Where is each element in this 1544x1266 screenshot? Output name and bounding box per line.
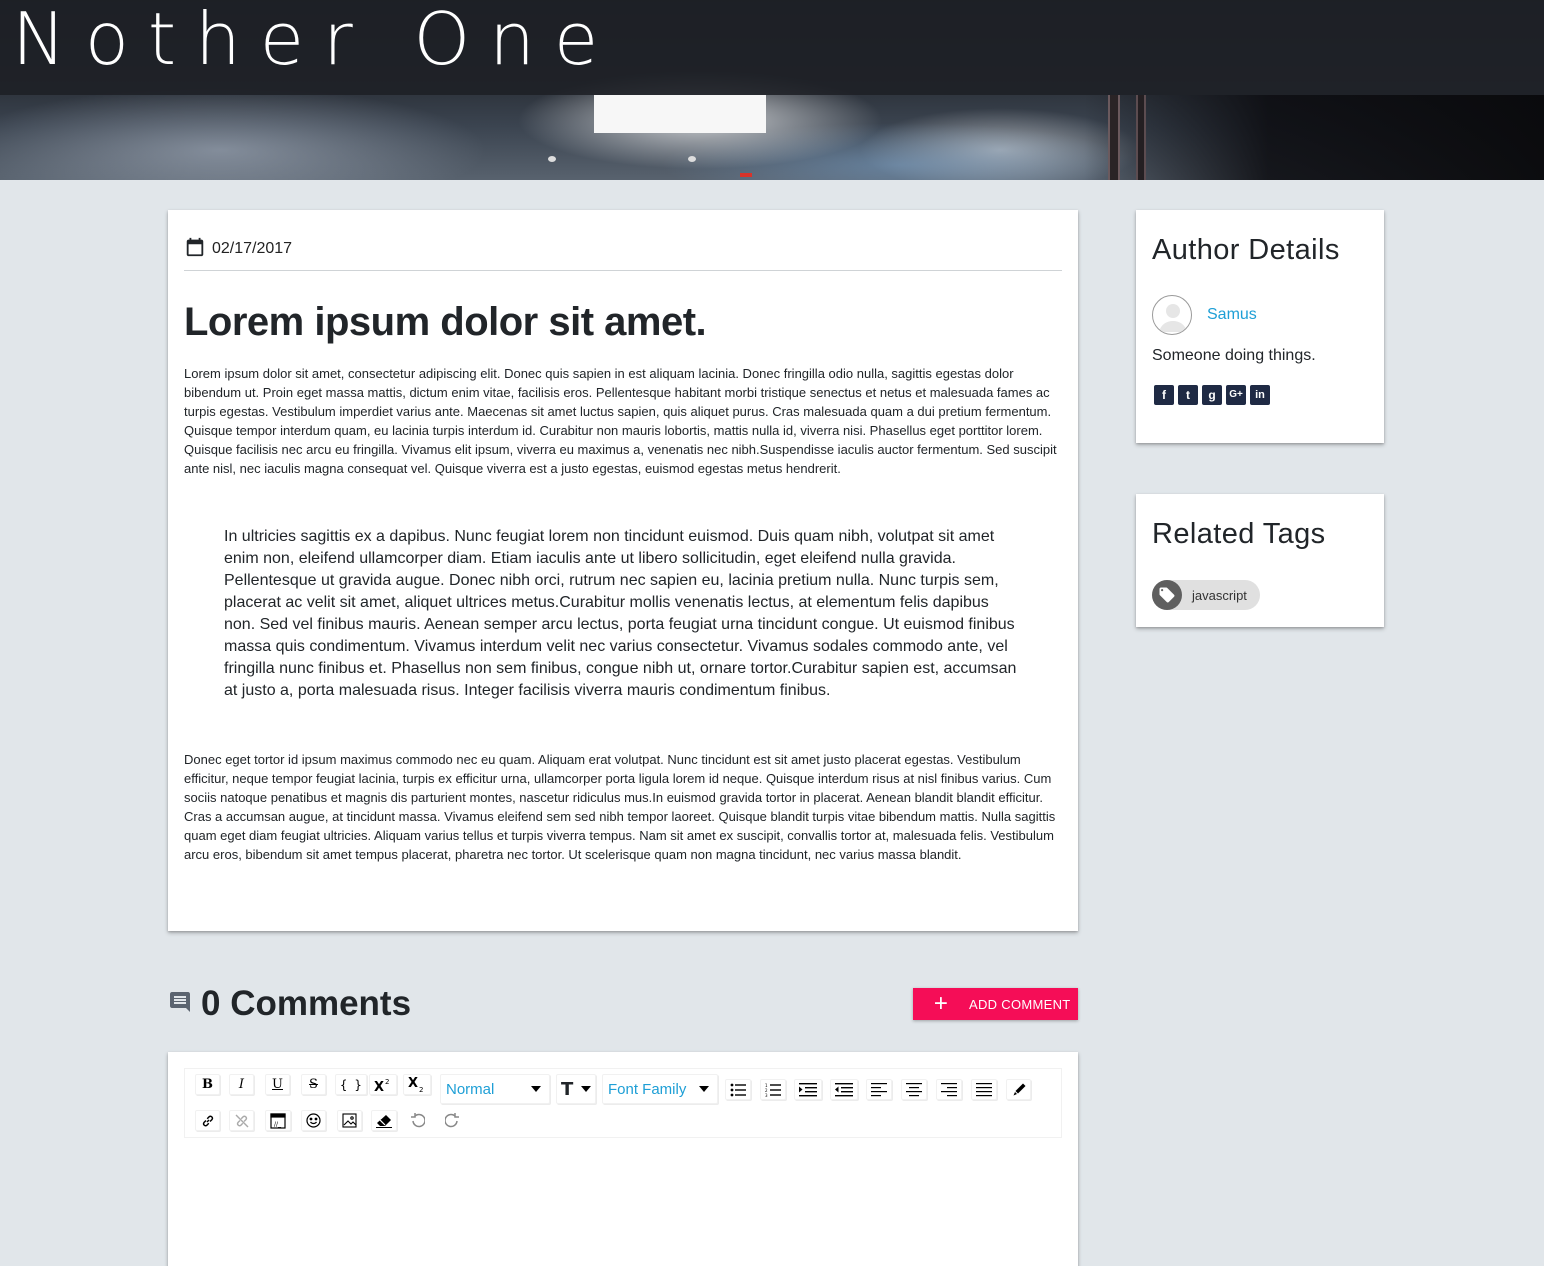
editor-content-area[interactable]	[184, 1152, 1062, 1266]
chevron-down-icon	[531, 1086, 541, 1092]
post-date: 02/17/2017	[184, 228, 292, 258]
related-tags-card: Related Tags javascript	[1136, 494, 1384, 627]
social-links: f t g G+ in	[1154, 385, 1270, 405]
author-details-heading: Author Details	[1152, 234, 1340, 266]
hero-truss	[1084, 95, 1544, 180]
align-center-icon[interactable]	[901, 1079, 927, 1100]
chevron-down-icon	[581, 1086, 591, 1092]
user-icon	[1159, 304, 1187, 332]
tag-icon	[1159, 587, 1175, 603]
redo-icon[interactable]	[439, 1110, 464, 1131]
site-title: Nother One	[12, 0, 618, 81]
hero-truss-bar	[1108, 95, 1120, 180]
svg-text:2: 2	[385, 1078, 389, 1086]
font-size-dropdown[interactable]: T	[556, 1074, 596, 1104]
facebook-icon[interactable]: f	[1154, 385, 1174, 405]
github-icon[interactable]: g	[1202, 385, 1222, 405]
indent-icon[interactable]	[794, 1079, 822, 1100]
author-card: Author Details Samus Someone doing thing…	[1136, 210, 1384, 443]
comment-icon	[170, 992, 190, 1012]
color-picker-icon[interactable]	[1006, 1079, 1031, 1100]
author-row: Samus	[1152, 295, 1257, 335]
hero-truss-bar	[1136, 95, 1146, 180]
post-paragraph: Lorem ipsum dolor sit amet, consectetur …	[184, 366, 1057, 476]
hero-red-light	[740, 173, 752, 177]
svg-text:2: 2	[419, 1086, 423, 1093]
linkedin-icon[interactable]: in	[1250, 385, 1270, 405]
font-size-icon: T	[561, 1078, 574, 1100]
comment-editor: B I U S { } X2 X2 Normal T Font Family 1…	[168, 1052, 1078, 1266]
post-date-text: 02/17/2017	[212, 240, 293, 257]
comments-count: 0 Comments	[201, 984, 412, 1023]
author-name-link[interactable]: Samus	[1207, 306, 1257, 324]
add-comment-button[interactable]: + ADD COMMENT	[913, 988, 1078, 1020]
divider	[184, 270, 1062, 271]
svg-text://_: //_	[274, 1121, 282, 1128]
svg-text:X: X	[408, 1077, 418, 1091]
author-bio: Someone doing things.	[1152, 347, 1316, 364]
comments-header: 0 Comments + ADD COMMENT	[168, 982, 1078, 1026]
image-icon[interactable]	[337, 1110, 362, 1131]
tag-chip[interactable]: javascript	[1152, 580, 1260, 610]
bold-icon[interactable]: B	[195, 1074, 220, 1095]
post-blockquote: In ultricies sagittis ex a dapibus. Nunc…	[224, 528, 1017, 699]
add-comment-label: ADD COMMENT	[969, 996, 1071, 1012]
tag-label: javascript	[1192, 587, 1247, 603]
hero-spot	[548, 156, 556, 162]
link-icon[interactable]	[195, 1110, 220, 1131]
monospace-icon[interactable]: { }	[335, 1074, 367, 1095]
svg-text:3: 3	[765, 1093, 768, 1097]
eraser-icon[interactable]	[371, 1110, 397, 1131]
outdent-icon[interactable]	[830, 1079, 858, 1100]
tag-avatar	[1152, 580, 1182, 610]
related-tags-heading: Related Tags	[1152, 518, 1326, 550]
twitter-icon[interactable]: t	[1178, 385, 1198, 405]
block-type-label: Normal	[446, 1080, 495, 1098]
subscript-icon[interactable]: X2	[403, 1074, 431, 1095]
align-right-icon[interactable]	[936, 1079, 962, 1100]
align-left-icon[interactable]	[866, 1079, 892, 1100]
unlink-icon[interactable]	[229, 1110, 254, 1131]
chevron-down-icon	[699, 1086, 709, 1092]
post-title: Lorem ipsum dolor sit amet.	[184, 300, 707, 344]
editor-toolbar: B I U S { } X2 X2 Normal T Font Family 1…	[184, 1068, 1062, 1138]
embedded-icon[interactable]: //_	[265, 1110, 291, 1131]
underline-icon[interactable]: U	[265, 1074, 290, 1095]
hero-spot	[688, 156, 696, 162]
google-plus-icon[interactable]: G+	[1226, 385, 1246, 405]
italic-icon[interactable]: I	[229, 1074, 254, 1095]
ordered-list-icon[interactable]: 123	[760, 1079, 786, 1100]
avatar[interactable]	[1152, 295, 1192, 335]
post-card: 02/17/2017 Lorem ipsum dolor sit amet. L…	[168, 210, 1078, 931]
undo-icon[interactable]	[405, 1110, 430, 1131]
font-family-dropdown[interactable]: Font Family	[602, 1074, 718, 1104]
svg-text:X: X	[374, 1080, 384, 1092]
hero-banner: Nother One	[0, 0, 1544, 180]
hero-light	[594, 95, 766, 133]
block-type-dropdown[interactable]: Normal	[440, 1074, 550, 1104]
strikethrough-icon[interactable]: S	[301, 1074, 326, 1095]
font-family-label: Font Family	[608, 1080, 687, 1098]
superscript-icon[interactable]: X2	[369, 1074, 397, 1095]
emoji-icon[interactable]	[301, 1110, 326, 1131]
align-justify-icon[interactable]	[971, 1079, 997, 1100]
post-paragraph: Donec eget tortor id ipsum maximus commo…	[184, 752, 1056, 862]
unordered-list-icon[interactable]	[725, 1079, 751, 1100]
plus-icon: +	[933, 990, 949, 1017]
calendar-icon	[186, 237, 204, 257]
